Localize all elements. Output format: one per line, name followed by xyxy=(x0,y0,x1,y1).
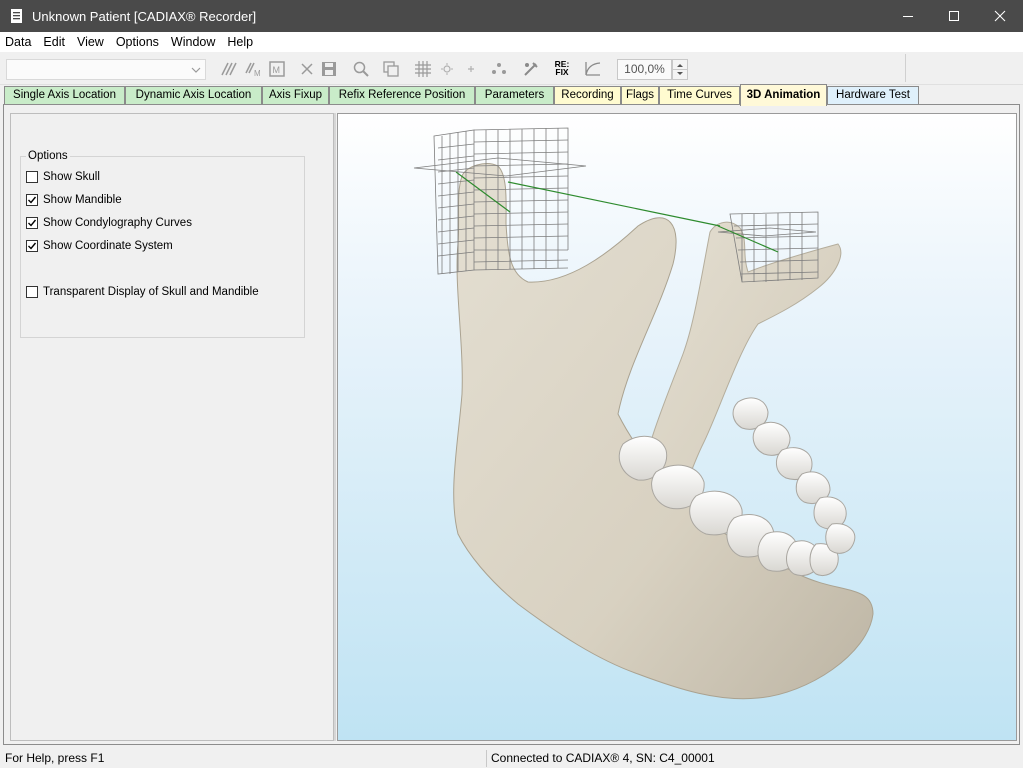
save-icon[interactable] xyxy=(320,60,338,78)
svg-text:M: M xyxy=(273,65,281,75)
pane-splitter[interactable] xyxy=(334,113,336,741)
option-show-condylography-curves[interactable]: Show Condylography Curves xyxy=(26,215,192,231)
refix-button[interactable]: RE: FIX xyxy=(551,60,573,78)
menu-view[interactable]: View xyxy=(71,35,110,49)
option-label: Transparent Display of Skull and Mandibl… xyxy=(43,286,259,298)
options-pane: Options Show Skull Show Mandible Show Co… xyxy=(10,113,334,741)
minimize-button[interactable] xyxy=(885,0,931,32)
option-label: Show Skull xyxy=(43,171,100,183)
delete-icon[interactable] xyxy=(298,60,316,78)
grid-icon[interactable] xyxy=(414,60,432,78)
toolbar-separator xyxy=(905,54,906,82)
frame-m-icon[interactable]: M xyxy=(268,60,286,78)
option-label: Show Mandible xyxy=(43,194,122,206)
tab-strip: Single Axis Location Dynamic Axis Locati… xyxy=(0,84,1023,106)
curve-icon[interactable] xyxy=(584,60,602,78)
zoom-spinner[interactable] xyxy=(672,59,688,80)
tab-recording[interactable]: Recording xyxy=(554,86,621,104)
checkmark-icon xyxy=(28,196,37,204)
option-label: Show Condylography Curves xyxy=(43,217,192,229)
tab-3d-animation[interactable]: 3D Animation xyxy=(740,84,827,106)
show-mandible-checkbox[interactable] xyxy=(26,194,38,206)
menu-options[interactable]: Options xyxy=(110,35,165,49)
status-help: For Help, press F1 xyxy=(5,751,105,765)
menu-bar: Data Edit View Options Window Help xyxy=(0,32,1023,52)
tab-parameters[interactable]: Parameters xyxy=(475,86,554,104)
svg-text:M: M xyxy=(254,69,261,78)
spin-arrows-icon xyxy=(673,64,687,75)
transparent-display-checkbox[interactable] xyxy=(26,286,38,298)
close-button[interactable] xyxy=(977,0,1023,32)
maximize-icon xyxy=(949,11,959,21)
options-group: Options Show Skull Show Mandible Show Co… xyxy=(20,150,305,338)
search-icon[interactable] xyxy=(352,60,370,78)
option-show-mandible[interactable]: Show Mandible xyxy=(26,192,122,208)
mandible-3d-model xyxy=(413,127,874,700)
window-title: Unknown Patient [CADIAX® Recorder] xyxy=(32,8,257,24)
marker-icon[interactable] xyxy=(220,60,238,78)
copy-icon[interactable] xyxy=(382,60,400,78)
tab-hardware-test[interactable]: Hardware Test xyxy=(827,86,919,104)
show-coordinate-checkbox[interactable] xyxy=(26,240,38,252)
tab-flags[interactable]: Flags xyxy=(621,86,659,104)
menu-data[interactable]: Data xyxy=(0,35,37,49)
tab-refix-reference-position[interactable]: Refix Reference Position xyxy=(329,86,475,104)
title-bar: Unknown Patient [CADIAX® Recorder] xyxy=(0,0,1023,32)
zoom-input[interactable]: 100,0% xyxy=(617,59,672,80)
tab-axis-fixup[interactable]: Axis Fixup xyxy=(262,86,329,104)
menu-help[interactable]: Help xyxy=(221,35,259,49)
status-divider xyxy=(486,750,487,767)
target-icon[interactable] xyxy=(438,60,456,78)
refix-label-bottom: FIX xyxy=(555,67,569,77)
option-transparent-display[interactable]: Transparent Display of Skull and Mandibl… xyxy=(26,284,259,300)
checkmark-icon xyxy=(28,242,37,250)
toolbar: M M RE: FIX 100,0% xyxy=(0,52,1023,85)
tab-dynamic-axis-location[interactable]: Dynamic Axis Location xyxy=(125,86,262,104)
marker-m-icon[interactable]: M xyxy=(244,60,262,78)
option-show-skull[interactable]: Show Skull xyxy=(26,169,100,185)
plus-icon[interactable] xyxy=(462,60,480,78)
status-connection: Connected to CADIAX® 4, SN: C4_00001 xyxy=(491,751,715,765)
chevron-down-icon xyxy=(191,67,201,73)
close-icon xyxy=(994,10,1006,22)
main-frame: Options Show Skull Show Mandible Show Co… xyxy=(3,104,1020,745)
checkmark-icon xyxy=(28,219,37,227)
tool-icon[interactable] xyxy=(522,60,540,78)
menu-edit[interactable]: Edit xyxy=(37,35,71,49)
3d-viewport[interactable] xyxy=(337,113,1017,741)
show-skull-checkbox[interactable] xyxy=(26,171,38,183)
patient-combo[interactable] xyxy=(6,59,206,80)
option-show-coordinate-system[interactable]: Show Coordinate System xyxy=(26,238,173,254)
document-icon xyxy=(11,9,22,23)
tab-time-curves[interactable]: Time Curves xyxy=(659,86,740,104)
show-condylography-checkbox[interactable] xyxy=(26,217,38,229)
option-label: Show Coordinate System xyxy=(43,240,173,252)
options-legend: Options xyxy=(26,150,70,162)
maximize-button[interactable] xyxy=(931,0,977,32)
menu-window[interactable]: Window xyxy=(165,35,221,49)
tab-single-axis-location[interactable]: Single Axis Location xyxy=(4,86,125,104)
minimize-icon xyxy=(903,16,913,17)
dots-icon[interactable] xyxy=(490,60,508,78)
status-bar: For Help, press F1 Connected to CADIAX® … xyxy=(0,748,1023,768)
